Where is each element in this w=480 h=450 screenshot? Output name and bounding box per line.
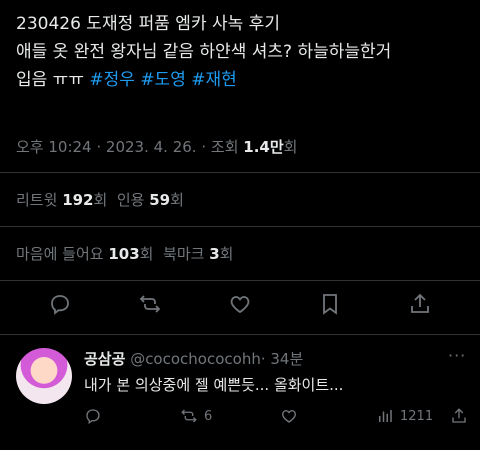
reply-reply-button[interactable] (84, 406, 108, 426)
divider-4 (0, 334, 480, 335)
views-suffix: 회 (283, 138, 298, 156)
reply-tweet[interactable]: 공삼공 @cocochococohh· 34분 ··· 내가 본 의상중에 젤 … (0, 344, 480, 450)
avatar[interactable] (16, 348, 72, 404)
likes-count[interactable]: 103 (108, 245, 139, 263)
quotes-suffix: 회 (170, 191, 184, 209)
reply-retweet-button[interactable]: 6 (180, 406, 212, 426)
reply-icon[interactable] (48, 292, 72, 316)
reply-like-button[interactable] (280, 406, 304, 426)
reply-views-button[interactable]: 1211 (376, 406, 433, 426)
reply-text: 내가 본 의상중에 젤 예쁜듯... 올화이트... (84, 376, 344, 394)
divider-3 (0, 280, 480, 281)
likes-label: 마음에 들어요 (16, 245, 104, 263)
share-icon (452, 408, 466, 423)
tweet-line-2: 애들 옷 완전 왕자님 같음 하얀색 셔츠? 하늘하늘한거 (16, 42, 392, 62)
retweets-suffix: 회 (93, 191, 108, 209)
bookmark-icon[interactable] (318, 292, 342, 316)
retweet-quote-stats: 리트윗 192회 인용 59회 (16, 189, 184, 210)
tweet-action-bar (0, 292, 480, 322)
tweet-line-3: 입음 ㅠㅠ #정우 #도영 #재현 (16, 66, 476, 94)
tweet-time[interactable]: 오후 10:24 (16, 138, 92, 156)
hashtag-jaehyun[interactable]: #재현 (191, 70, 237, 90)
retweet-icon (181, 409, 197, 423)
like-icon (281, 410, 297, 423)
reply-share-button[interactable] (450, 406, 474, 426)
bookmarks-label: 북마크 (163, 245, 205, 263)
quotes-label: 인용 (116, 191, 145, 209)
share-icon[interactable] (408, 292, 432, 316)
reply-author-name[interactable]: 공삼공 (84, 350, 125, 368)
hashtag-jungwoo[interactable]: #정우 (89, 70, 135, 90)
reply-action-bar: 6 1211 (84, 406, 466, 430)
reply-header: 공삼공 @cocochococohh· 34분 (84, 348, 303, 369)
bookmarks-suffix: 회 (219, 245, 234, 263)
retweets-label: 리트윗 (16, 191, 58, 209)
tweet-meta: 오후 10:24 · 2023. 4. 26. · 조회 1.4만회 (16, 138, 298, 156)
reply-icon (86, 409, 100, 425)
views-count: 1.4만 (243, 138, 284, 156)
tweet-line-3-text: 입음 ㅠㅠ (16, 70, 90, 90)
tweet-date[interactable]: 2023. 4. 26. (106, 138, 197, 156)
more-options-icon[interactable]: ··· (448, 346, 470, 366)
views-label: 조회 (210, 138, 239, 156)
tweet-body: 230426 도재정 퍼품 엠카 사녹 후기 애들 옷 완전 왕자님 같음 하얀… (16, 10, 476, 94)
like-icon[interactable] (228, 292, 252, 316)
tweet-line-1: 230426 도재정 퍼품 엠카 사녹 후기 (16, 14, 280, 34)
reply-author-handle[interactable]: @cocochococohh (130, 350, 261, 368)
divider-1 (0, 172, 480, 173)
retweet-icon[interactable] (138, 292, 162, 316)
reply-retweet-count: 6 (204, 408, 213, 424)
retweets-count[interactable]: 192 (62, 191, 93, 209)
hashtag-doyoung[interactable]: #도영 (140, 70, 186, 90)
quotes-count[interactable]: 59 (149, 191, 170, 209)
bookmarks-count[interactable]: 3 (209, 245, 219, 263)
likes-bookmarks-stats: 마음에 들어요 103회 북마크 3회 (16, 243, 233, 264)
reply-time[interactable]: · 34분 (261, 350, 303, 368)
likes-suffix: 회 (139, 245, 154, 263)
reply-views-count: 1211 (400, 408, 434, 424)
views-icon (379, 410, 392, 422)
divider-2 (0, 226, 480, 227)
